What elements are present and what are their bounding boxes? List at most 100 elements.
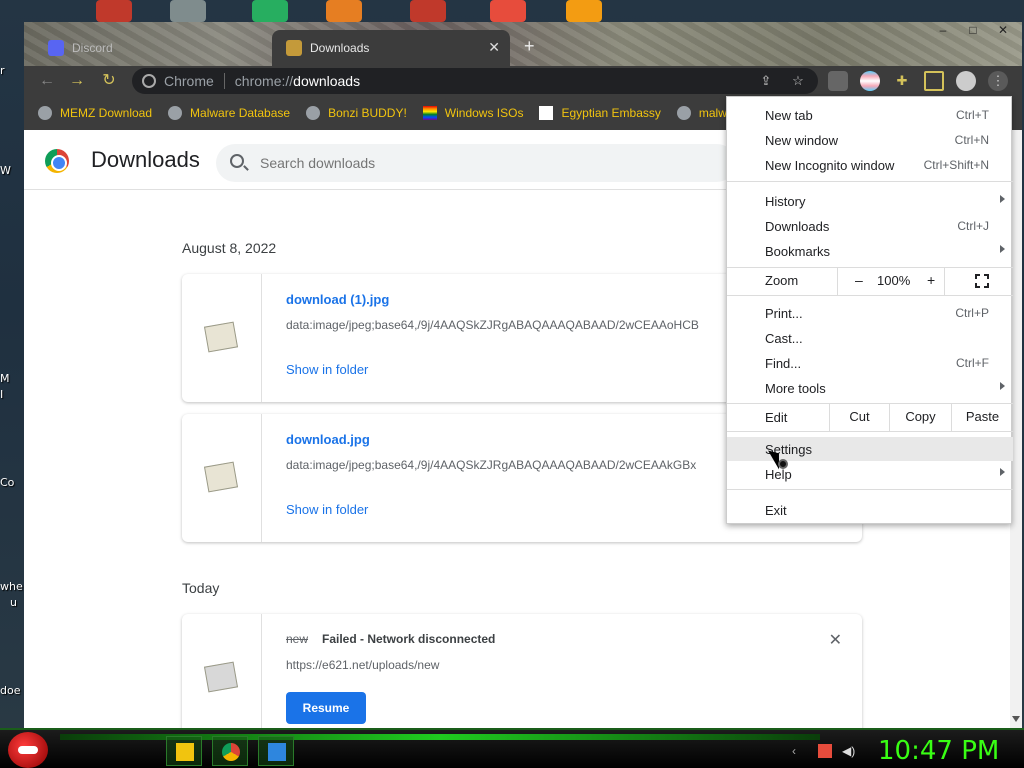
url-scheme: chrome:// [234, 73, 294, 89]
desktop-icon-label: I [0, 388, 4, 401]
globe-icon [168, 106, 183, 120]
wix-icon [539, 106, 554, 120]
bookmark-bonzi[interactable]: Bonzi BUDDY! [306, 106, 407, 120]
menu-item-bookmarks[interactable]: Bookmarks [727, 239, 1013, 263]
extensions-puzzle-icon[interactable]: ✚ [892, 71, 912, 91]
bookmark-label: Malware Database [190, 106, 291, 120]
menu-item-help[interactable]: Help [727, 462, 1013, 486]
folder-icon [176, 743, 194, 761]
new-tab-button[interactable]: + [524, 36, 535, 57]
menu-item-print[interactable]: Print... Ctrl+P [727, 301, 1013, 325]
taskbar-app-notepad[interactable] [258, 736, 294, 766]
menu-item-downloads[interactable]: Downloads Ctrl+J [727, 214, 1013, 238]
menu-item-exit[interactable]: Exit [727, 498, 1013, 522]
menu-item-history[interactable]: History [727, 189, 1013, 213]
minimize-button[interactable]: – [928, 22, 958, 38]
search-input[interactable] [260, 155, 700, 171]
fullscreen-icon[interactable] [974, 273, 990, 289]
download-filename[interactable]: download.jpg [286, 432, 370, 447]
chrome-chip-icon [142, 74, 156, 88]
back-button[interactable]: ← [36, 70, 58, 92]
search-downloads-field[interactable] [216, 144, 736, 182]
show-in-folder-link[interactable]: Show in folder [286, 502, 368, 517]
bookmark-label: Bonzi BUDDY! [328, 106, 407, 120]
menu-item-label: Exit [765, 502, 787, 518]
desktop-icon-label: W [0, 164, 11, 177]
ublock-extension-icon[interactable] [828, 71, 848, 91]
desktop-shortcut-icon[interactable] [170, 0, 206, 22]
menu-item-label: New Incognito window [765, 157, 895, 173]
taskbar-clock[interactable]: 10:47 PM [878, 736, 999, 766]
menu-shortcut: Ctrl+F [956, 356, 989, 370]
sidebar-icon[interactable] [924, 71, 944, 91]
menu-item-new-incognito[interactable]: New Incognito window Ctrl+Shift+N [727, 153, 1013, 177]
cut-button[interactable]: Cut [829, 403, 889, 431]
tab-label: Discord [72, 41, 113, 55]
scroll-down-arrow-icon[interactable] [1012, 716, 1020, 722]
tray-up-arrow-icon[interactable]: ‹ [792, 744, 806, 758]
menu-item-find[interactable]: Find... Ctrl+F [727, 351, 1013, 375]
menu-shortcut: Ctrl+Shift+N [923, 158, 989, 172]
share-icon[interactable]: ⇪ [756, 71, 776, 91]
tab-downloads[interactable]: Downloads ✕ [272, 30, 510, 66]
forward-button[interactable]: → [66, 70, 88, 92]
menu-edit-row: Edit Cut Copy Paste [727, 403, 1013, 431]
file-thumbnail [182, 274, 262, 402]
profile-avatar-icon[interactable] [956, 71, 976, 91]
resume-button[interactable]: Resume [286, 692, 366, 724]
bookmark-memz[interactable]: MEMZ Download [38, 106, 152, 120]
menu-item-more-tools[interactable]: More tools [727, 376, 1013, 400]
bookmark-windows-isos[interactable]: Windows ISOs [422, 106, 523, 120]
menu-separator [727, 431, 1013, 432]
menu-item-label: More tools [765, 380, 826, 396]
menu-separator [727, 489, 1013, 490]
image-file-icon [203, 321, 239, 353]
address-bar[interactable]: Chrome chrome:// downloads [132, 68, 818, 94]
menu-separator [727, 295, 1013, 296]
taskbar-app-chrome[interactable] [212, 736, 248, 766]
title-bar[interactable]: Discord Downloads ✕ + – □ ✕ [24, 22, 1022, 66]
copy-button[interactable]: Copy [889, 403, 951, 431]
start-button-angry-bird-icon[interactable] [8, 732, 48, 768]
desktop-shortcut-icon[interactable] [410, 0, 446, 22]
menu-item-cast[interactable]: Cast... [727, 326, 1013, 350]
desktop-top-icons [60, 0, 660, 22]
taskbar-app-explorer[interactable] [166, 736, 202, 766]
globe-icon [38, 106, 52, 120]
desktop-shortcut-icon[interactable] [252, 0, 288, 22]
menu-item-label: Bookmarks [765, 243, 831, 259]
desktop-icon-label: u [10, 596, 17, 609]
paste-button[interactable]: Paste [951, 403, 1013, 431]
bookmark-malware-db[interactable]: Malware Database [168, 106, 290, 120]
menu-item-label: History [765, 193, 806, 209]
desktop-shortcut-icon[interactable] [490, 0, 526, 22]
desktop-shortcut-icon[interactable] [96, 0, 132, 22]
bookmark-malw[interactable]: malw [676, 106, 727, 120]
menu-item-new-window[interactable]: New window Ctrl+N [727, 128, 1013, 152]
tab-discord[interactable]: Discord [34, 30, 270, 66]
tray-volume-icon[interactable]: ◀) [842, 744, 856, 758]
maximize-button[interactable]: □ [958, 22, 988, 38]
reload-button[interactable]: ↻ [98, 70, 120, 92]
desktop-shortcut-icon[interactable] [326, 0, 362, 22]
chrome-menu: New tab Ctrl+T New window Ctrl+N New Incog… [726, 96, 1013, 524]
menu-kebab-icon[interactable]: ⋮ [988, 71, 1008, 91]
bookmark-egyptian-embassy[interactable]: Egyptian Embassy [539, 106, 661, 120]
download-filename[interactable]: download (1).jpg [286, 292, 389, 307]
bookmark-star-icon[interactable]: ☆ [788, 71, 808, 91]
remove-download-icon[interactable]: ✕ [829, 630, 842, 650]
menu-separator [727, 181, 1013, 182]
close-window-button[interactable]: ✕ [988, 22, 1018, 38]
zoom-in-button[interactable]: + [927, 272, 935, 288]
discord-icon [48, 40, 64, 56]
zoom-out-button[interactable]: – [855, 272, 863, 288]
menu-item-new-tab[interactable]: New tab Ctrl+T [727, 103, 1013, 127]
tray-battery-icon[interactable] [818, 744, 832, 758]
desktop-icon-label: Co [0, 476, 15, 489]
desktop-shortcut-icon[interactable] [566, 0, 602, 22]
show-in-folder-link[interactable]: Show in folder [286, 362, 368, 377]
desktop-icon-label: doe [0, 684, 21, 697]
tab-close-icon[interactable]: ✕ [488, 39, 500, 56]
flag-extension-icon[interactable] [860, 71, 880, 91]
submenu-arrow-icon [1000, 245, 1005, 253]
